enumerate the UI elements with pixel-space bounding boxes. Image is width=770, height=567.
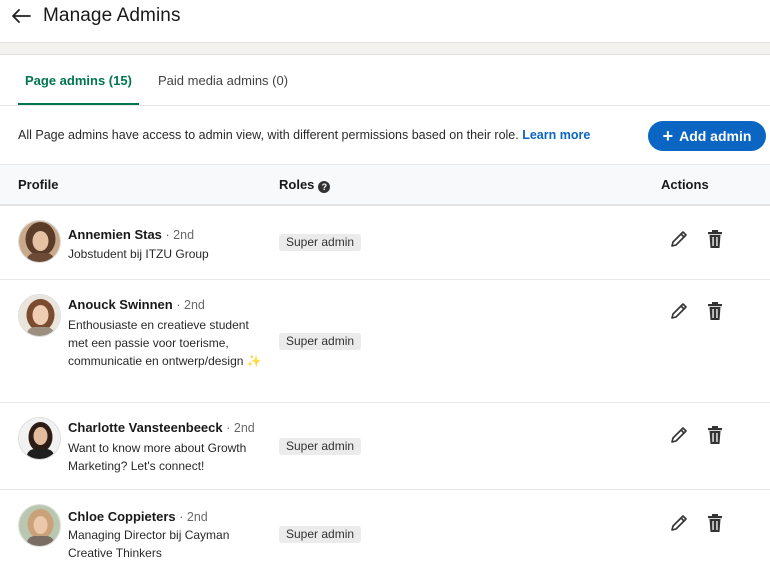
tab-active-indicator bbox=[18, 103, 139, 105]
tab-page-admins[interactable]: Page admins (15) bbox=[18, 55, 139, 105]
connection-degree: · 2nd bbox=[179, 510, 208, 524]
admin-name-line: Charlotte Vansteenbeeck · 2nd bbox=[68, 420, 255, 435]
pencil-icon bbox=[671, 231, 687, 247]
trash-icon bbox=[708, 230, 722, 248]
tab-paid-media-admins[interactable]: Paid media admins (0) bbox=[158, 55, 288, 105]
role-badge: Super admin bbox=[279, 234, 362, 251]
admin-headline: Jobstudent bij ITZU Group bbox=[68, 247, 209, 261]
back-button[interactable] bbox=[10, 5, 32, 27]
pencil-icon bbox=[671, 303, 687, 319]
edit-button[interactable] bbox=[668, 300, 690, 322]
learn-more-link[interactable]: Learn more bbox=[522, 128, 590, 142]
page-title: Manage Admins bbox=[43, 5, 181, 26]
trash-icon bbox=[708, 426, 722, 444]
connection-degree: · 2nd bbox=[165, 228, 195, 242]
column-header-actions: Actions bbox=[661, 177, 709, 192]
avatar[interactable] bbox=[18, 504, 61, 547]
connection-degree: · 2nd bbox=[226, 421, 255, 435]
tab-label: Page admins (15) bbox=[25, 72, 132, 88]
edit-button[interactable] bbox=[668, 424, 690, 446]
question-mark-icon[interactable]: ? bbox=[318, 181, 331, 193]
table-row: Annemien Stas · 2nd Jobstudent bij ITZU … bbox=[0, 207, 770, 280]
table-row: Chloe Coppieters · 2nd Managing Director… bbox=[0, 491, 770, 567]
pencil-icon bbox=[671, 427, 687, 443]
admin-name[interactable]: Chloe Coppieters bbox=[68, 509, 176, 524]
admin-name-line: Anouck Swinnen · 2nd bbox=[68, 297, 205, 312]
admin-name[interactable]: Anouck Swinnen bbox=[68, 297, 173, 312]
table-row: Charlotte Vansteenbeeck · 2nd Want to kn… bbox=[0, 404, 770, 490]
avatar[interactable] bbox=[18, 294, 61, 337]
admin-tabs: Page admins (15) Paid media admins (0) bbox=[0, 55, 770, 106]
info-description: All Page admins have access to admin vie… bbox=[18, 128, 523, 142]
arrow-left-icon bbox=[12, 9, 31, 23]
avatar[interactable] bbox=[18, 220, 61, 263]
header-divider-band bbox=[0, 42, 770, 55]
role-badge: Super admin bbox=[279, 526, 362, 543]
delete-button[interactable] bbox=[705, 228, 725, 250]
admin-name-line: Chloe Coppieters · 2nd bbox=[68, 509, 208, 524]
column-header-roles: Roles? bbox=[279, 177, 331, 193]
delete-button[interactable] bbox=[705, 300, 725, 322]
admin-name[interactable]: Annemien Stas bbox=[68, 227, 162, 242]
avatar[interactable] bbox=[18, 417, 61, 460]
add-admin-label: Add admin bbox=[679, 128, 752, 144]
roles-label: Roles bbox=[279, 177, 315, 192]
page-header: Manage Admins bbox=[0, 0, 770, 42]
role-badge: Super admin bbox=[279, 438, 362, 455]
admin-headline: Enthousiaste en creatieve student met ee… bbox=[68, 318, 262, 368]
role-badge: Super admin bbox=[279, 333, 362, 350]
plus-icon: + bbox=[662, 125, 674, 146]
info-text: All Page admins have access to admin vie… bbox=[18, 128, 590, 142]
connection-degree: · 2nd bbox=[176, 298, 205, 312]
admin-headline: Managing Director bij Cayman Creative Th… bbox=[68, 528, 230, 560]
edit-button[interactable] bbox=[668, 228, 690, 250]
table-row: Anouck Swinnen · 2nd Enthousiaste en cre… bbox=[0, 281, 770, 403]
trash-icon bbox=[708, 302, 722, 320]
admin-headline: Want to know more about Growth Marketing… bbox=[68, 441, 247, 473]
edit-button[interactable] bbox=[668, 512, 690, 534]
trash-icon bbox=[708, 514, 722, 532]
delete-button[interactable] bbox=[705, 512, 725, 534]
column-header-profile: Profile bbox=[18, 177, 59, 192]
table-header: Profile Roles? Actions bbox=[0, 164, 770, 206]
admin-name-line: Annemien Stas · 2nd bbox=[68, 227, 194, 242]
delete-button[interactable] bbox=[705, 424, 725, 446]
admin-name[interactable]: Charlotte Vansteenbeeck bbox=[68, 420, 223, 435]
pencil-icon bbox=[671, 515, 687, 531]
add-admin-button[interactable]: + Add admin bbox=[648, 121, 766, 151]
tab-label: Paid media admins (0) bbox=[158, 72, 289, 88]
